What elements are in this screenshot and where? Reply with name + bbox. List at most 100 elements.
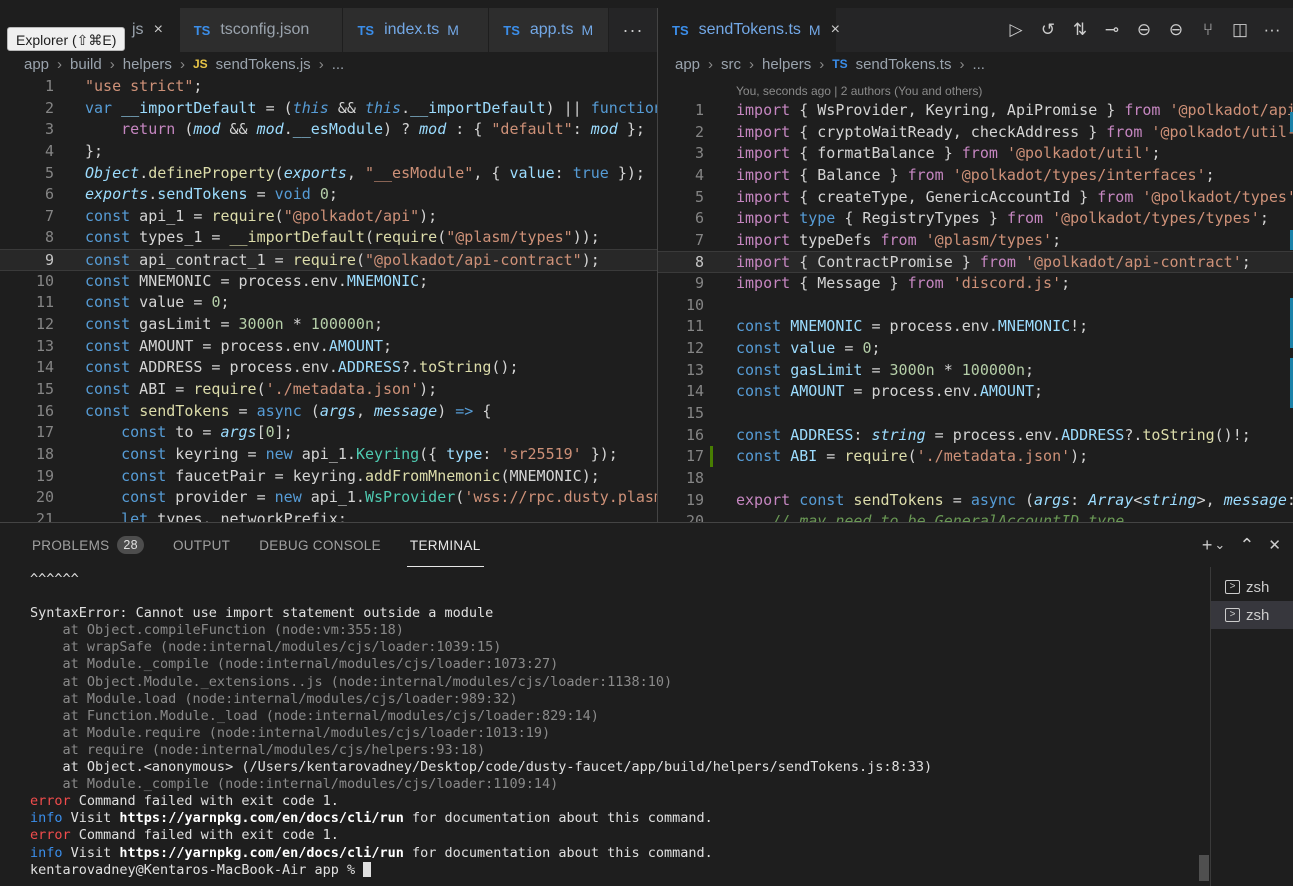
code-line[interactable]: 8 const types_1 = __importDefault(require… [0,227,657,249]
code-line[interactable]: 10 const MNEMONIC = process.env.MNEMONIC; [0,271,657,293]
git-blame-annotation[interactable]: You, seconds ago | 2 authors (You and ot… [736,84,982,98]
more-actions-icon[interactable]: ··· [1263,20,1281,40]
code-text[interactable]: const faucetPair = keyring.addFromMnemon… [85,466,600,488]
code-line[interactable]: 18 [658,468,1293,490]
code-line[interactable]: 19 const faucetPair = keyring.addFromMne… [0,466,657,488]
code-line[interactable]: 7 import typeDefs from '@plasm/types'; [658,230,1293,252]
code-editor[interactable]: 1 "use strict"; 2 var __importDefault = (th… [0,76,657,522]
breadcrumb-item[interactable]: src [721,56,741,73]
code-line[interactable]: 20 const provider = new api_1.WsProvider… [0,487,657,509]
code-text[interactable]: const keyring = new api_1.Keyring({ type… [85,444,618,466]
tab-terminal[interactable]: TERMINAL [406,523,484,567]
code-text[interactable]: const value = 0; [736,338,881,360]
code-line[interactable]: 13 const AMOUNT = process.env.AMOUNT; [0,336,657,358]
code-text[interactable]: const types_1 = __importDefault(require(… [85,227,600,249]
breadcrumb-item[interactable]: ... [332,56,345,73]
terminal-link[interactable]: https://yarnpkg.com/en/docs/cli/run [119,810,403,826]
code-line[interactable]: 19 export const sendTokens = async (args:… [658,490,1293,512]
breadcrumb-item[interactable]: build [70,56,102,73]
code-text[interactable]: const MNEMONIC = process.env.MNEMONIC; [85,271,428,293]
breadcrumb-item[interactable]: app [675,56,700,73]
code-line[interactable]: 17 const ABI = require('./metadata.json')… [658,446,1293,468]
split-editor-icon[interactable]: ◫ [1231,20,1249,40]
prev-change-icon[interactable]: ⊖ [1135,20,1153,40]
code-text[interactable]: const value = 0; [85,292,230,314]
code-text[interactable]: let types, networkPrefix; [85,509,347,522]
code-text[interactable]: export const sendTokens = async (args: A… [736,490,1293,512]
terminal-link[interactable]: https://yarnpkg.com/en/docs/cli/run [119,845,403,861]
commit-icon[interactable]: ⊸ [1103,20,1121,40]
tab-app-ts[interactable]: TS app.ts M [489,8,610,52]
code-text[interactable]: const api_1 = require("@polkadot/api"); [85,206,437,228]
code-text[interactable]: const AMOUNT = process.env.AMOUNT; [736,381,1043,403]
code-text[interactable]: const provider = new api_1.WsProvider('w… [85,487,657,509]
terminal-item-zsh[interactable]: > zsh [1211,601,1293,629]
code-text[interactable]: var __importDefault = (this && this.__im… [85,98,657,120]
code-text[interactable]: const to = args[0]; [85,422,293,444]
history-icon[interactable]: ↺ [1039,20,1057,40]
code-line[interactable]: 14 const ADDRESS = process.env.ADDRESS?.t… [0,357,657,379]
tab-tsconfig[interactable]: TS tsconfig.json [179,8,344,52]
code-editor[interactable]: 1 import { WsProvider, Keyring, ApiPromis… [658,100,1293,522]
code-line[interactable]: 11 const value = 0; [0,292,657,314]
code-text[interactable]: import { cryptoWaitReady, checkAddress }… [736,122,1293,144]
code-line[interactable]: 21 let types, networkPrefix; [0,509,657,522]
code-line[interactable]: 2 var __importDefault = (this && this.__i… [0,98,657,120]
code-text[interactable]: import { createType, GenericAccountId } … [736,187,1293,209]
code-line[interactable]: 15 const ABI = require('./metadata.json')… [0,379,657,401]
code-line[interactable]: 11 const MNEMONIC = process.env.MNEMONIC!… [658,316,1293,338]
tab-output[interactable]: OUTPUT [173,523,230,567]
code-text[interactable]: return (mod && mod.__esModule) ? mod : {… [85,119,645,141]
new-terminal-icon[interactable]: + [1202,535,1213,556]
code-line[interactable]: 3 return (mod && mod.__esModule) ? mod :… [0,119,657,141]
code-text[interactable]: Object.defineProperty(exports, "__esModu… [85,163,645,185]
code-text[interactable]: import type { RegistryTypes } from '@pol… [736,208,1269,230]
terminal-scrollbar[interactable] [1199,855,1209,881]
code-text[interactable]: import { WsProvider, Keyring, ApiPromise… [736,100,1293,122]
chevron-down-icon[interactable]: ⌄ [1214,537,1225,553]
code-text[interactable]: const ADDRESS: string = process.env.ADDR… [736,425,1251,447]
breadcrumb-item[interactable]: helpers [123,56,172,73]
code-text[interactable]: import { formatBalance } from '@polkadot… [736,143,1160,165]
breadcrumb-item[interactable]: app [24,56,49,73]
code-text[interactable]: const gasLimit = 3000n * 100000n; [85,314,383,336]
code-text[interactable]: const ABI = require('./metadata.json'); [85,379,437,401]
breadcrumb-item[interactable]: helpers [762,56,811,73]
tab-problems[interactable]: PROBLEMS 28 [32,523,144,567]
code-text[interactable]: const gasLimit = 3000n * 100000n; [736,360,1034,382]
code-line[interactable]: 1 import { WsProvider, Keyring, ApiPromis… [658,100,1293,122]
code-line[interactable]: 6 exports.sendTokens = void 0; [0,184,657,206]
tab-debug-console[interactable]: DEBUG CONSOLE [259,523,381,567]
code-line[interactable]: 17 const to = args[0]; [0,422,657,444]
compare-icon[interactable]: ⇅ [1071,20,1089,40]
code-line[interactable]: 6 import type { RegistryTypes } from '@po… [658,208,1293,230]
terminal-output[interactable]: ^^^^^^ SyntaxError: Cannot use import sta… [30,571,1190,883]
maximize-panel-icon[interactable]: ⌃ [1239,535,1254,556]
code-line[interactable]: 9 import { Message } from 'discord.js'; [658,273,1293,295]
code-line[interactable]: 5 import { createType, GenericAccountId }… [658,187,1293,209]
code-line[interactable]: 12 const value = 0; [658,338,1293,360]
close-panel-icon[interactable]: ✕ [1268,536,1281,554]
code-line[interactable]: 7 const api_1 = require("@polkadot/api"); [0,206,657,228]
code-text[interactable]: import { Balance } from '@polkadot/types… [736,165,1215,187]
code-text[interactable]: exports.sendTokens = void 0; [85,184,338,206]
tab-index-ts[interactable]: TS index.ts M [343,8,490,52]
code-line[interactable]: 5 Object.defineProperty(exports, "__esMod… [0,163,657,185]
breadcrumb-item[interactable]: sendTokens.js [216,56,311,73]
breadcrumb-item[interactable]: ... [972,56,985,73]
code-text[interactable]: import typeDefs from '@plasm/types'; [736,230,1061,252]
code-line[interactable]: 20 // may need to be GeneralAccountID ty… [658,511,1293,522]
code-line[interactable]: 4 import { Balance } from '@polkadot/type… [658,165,1293,187]
close-icon[interactable]: × [831,21,840,39]
code-line[interactable]: 1 "use strict"; [0,76,657,98]
next-change-icon[interactable]: ⊖ [1167,20,1185,40]
git-graph-icon[interactable]: ⑂ [1199,20,1217,40]
more-tabs-button[interactable]: ··· [609,8,657,52]
close-icon[interactable]: × [154,21,163,39]
code-line[interactable]: 8 import { ContractPromise } from '@polka… [658,251,1293,274]
code-text[interactable]: const MNEMONIC = process.env.MNEMONIC!; [736,316,1088,338]
code-text[interactable]: import { Message } from 'discord.js'; [736,273,1070,295]
code-line[interactable]: 12 const gasLimit = 3000n * 100000n; [0,314,657,336]
code-text[interactable]: const api_contract_1 = require("@polkado… [85,250,600,272]
code-line[interactable]: 10 [658,295,1293,317]
